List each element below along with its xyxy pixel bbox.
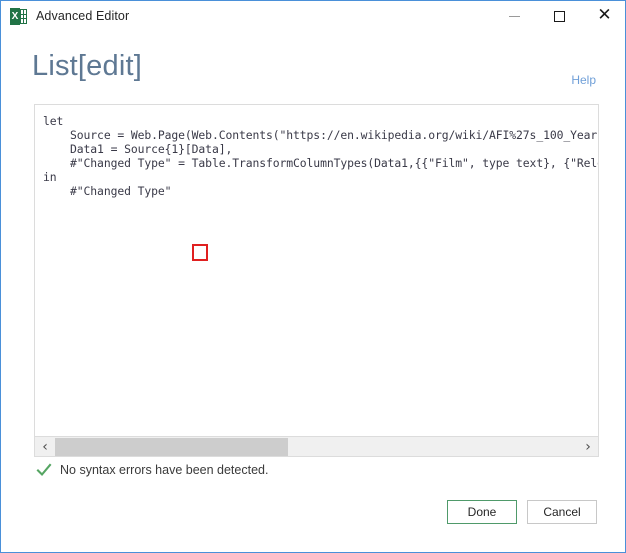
close-button[interactable]: ✕ — [582, 1, 625, 32]
maximize-icon — [554, 10, 565, 22]
page-title: List[edit] — [32, 50, 142, 82]
dialog-footer: Done Cancel — [447, 500, 597, 524]
status-text: No syntax errors have been detected. — [60, 463, 269, 477]
scroll-right-arrow-icon[interactable]: › — [578, 437, 598, 456]
checkmark-icon — [36, 462, 52, 478]
horizontal-scrollbar[interactable]: ‹ › — [34, 437, 599, 457]
scrollbar-track[interactable] — [55, 437, 578, 456]
minimize-button[interactable] — [492, 1, 537, 32]
status-message: No syntax errors have been detected. — [36, 462, 268, 478]
code-editor[interactable]: let Source = Web.Page(Web.Contents("http… — [34, 104, 599, 437]
advanced-editor-window: X Advanced Editor ✕ List[edit] Help let … — [0, 0, 626, 553]
red-highlight-annotation — [192, 244, 208, 261]
help-link[interactable]: Help — [571, 73, 596, 87]
scroll-left-arrow-icon[interactable]: ‹ — [35, 437, 55, 456]
code-text[interactable]: let Source = Web.Page(Web.Contents("http… — [43, 114, 598, 198]
window-controls: ✕ — [492, 1, 625, 32]
maximize-button[interactable] — [537, 1, 582, 32]
excel-icon: X — [10, 7, 27, 25]
done-button[interactable]: Done — [447, 500, 517, 524]
window-title: Advanced Editor — [36, 9, 130, 23]
scrollbar-thumb[interactable] — [55, 437, 288, 456]
minimize-icon — [509, 15, 520, 17]
title-bar: X Advanced Editor ✕ — [1, 0, 625, 32]
close-icon: ✕ — [597, 4, 612, 25]
cancel-button[interactable]: Cancel — [527, 500, 597, 524]
